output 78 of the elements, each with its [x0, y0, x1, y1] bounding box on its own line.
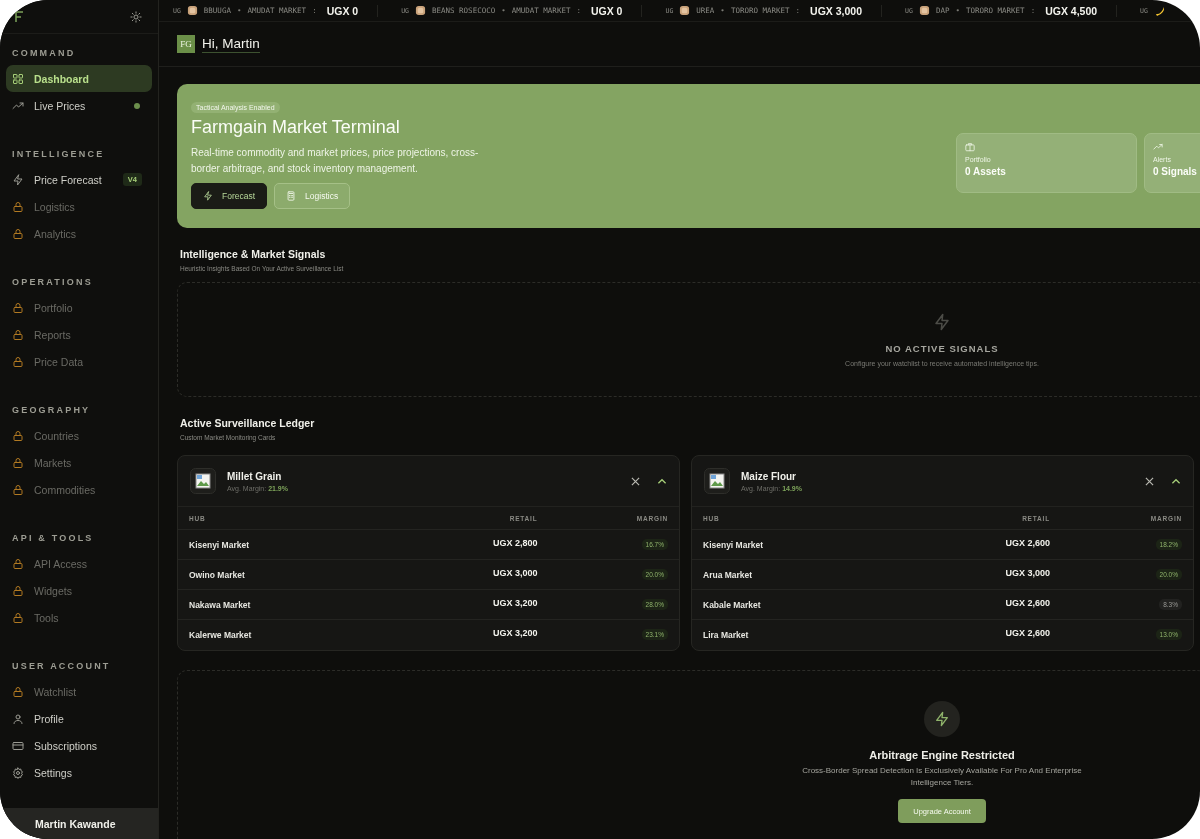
lightning-icon: [12, 173, 24, 186]
image-icon: [190, 468, 216, 494]
lock-icon: [12, 456, 24, 469]
ticker-price: UGX 4,500: [1045, 4, 1098, 17]
retail-cell: UGX 3,000: [895, 559, 1061, 590]
lock-icon: [12, 227, 24, 240]
hub-cell: Owino Market: [178, 559, 386, 590]
retail-cell: UGX 3,200: [385, 619, 549, 650]
hub-cell: Arua Market: [692, 559, 896, 590]
retail-cell: UGX 2,600: [895, 589, 1061, 620]
retail-cell: UGX 2,800: [385, 529, 549, 560]
hero-title: Farmgain Market Terminal: [191, 117, 401, 138]
commodity-name: Millet Grain: [227, 470, 283, 482]
forecast-button[interactable]: Forecast: [191, 183, 268, 209]
sidebar-item[interactable]: Profile: [6, 705, 152, 732]
retail-cell: UGX 3,000: [385, 559, 549, 590]
hub-cell: Kisenyi Market: [178, 529, 386, 560]
chevron-up-icon[interactable]: [1171, 476, 1181, 486]
ticker-price: UGX 0: [326, 4, 359, 17]
lock-icon: [12, 429, 24, 442]
section-heading: INTELLIGENCE: [11, 148, 106, 161]
image-icon: [704, 468, 730, 494]
hub-cell: Lira Market: [692, 619, 896, 650]
lightning-icon: [203, 191, 213, 201]
lock-icon: [12, 483, 24, 496]
person-icon: [12, 712, 24, 725]
lock-icon: [12, 584, 24, 597]
section-title: Intelligence & Market Signals: [180, 248, 327, 260]
section-heading: GEOGRAPHY: [11, 404, 92, 417]
lock-icon: [12, 557, 24, 570]
stat-value: 0 Signals: [1153, 166, 1198, 177]
sidebar-item[interactable]: Live Prices: [6, 92, 152, 119]
empty-title: NO ACTIVE SIGNALS: [885, 342, 999, 354]
avatar: FG: [177, 35, 195, 53]
retail-cell: UGX 3,200: [385, 589, 549, 620]
section-heading: COMMAND: [11, 47, 77, 60]
close-icon[interactable]: [1145, 476, 1154, 486]
lock-icon: [12, 611, 24, 624]
section-title: Active Surveillance Ledger: [180, 417, 316, 429]
logistics-button[interactable]: Logistics: [274, 183, 351, 209]
ticker-price: UGX 0: [590, 4, 623, 17]
lock-icon: [12, 685, 24, 698]
retail-cell: UGX 2,600: [895, 529, 1061, 560]
restricted-title: Arbitrage Engine Restricted: [869, 748, 1015, 761]
hub-cell: Kabale Market: [692, 589, 896, 620]
stat-value: 0 Assets: [965, 166, 1007, 177]
sidebar-item[interactable]: Settings: [6, 759, 152, 786]
hero-description: Real-time commodity and market prices, price projections, cross-border arbitrage, and stock inventory management.: [191, 146, 480, 176]
greeting: Hi, Martin: [202, 35, 260, 53]
sidebar-item[interactable]: Dashboard: [6, 65, 152, 92]
lightning-icon: [933, 312, 951, 331]
close-icon[interactable]: [631, 476, 640, 486]
sidebar-item[interactable]: Subscriptions: [6, 732, 152, 759]
restricted-text: Cross-Border Spread Detection Is Exclusively Available For Pro And Enterprise Intelligence Tiers.: [802, 764, 1082, 790]
lock-icon: [12, 355, 24, 368]
lock-icon: [12, 301, 24, 314]
lightning-icon: [934, 710, 950, 727]
trend-icon: [1153, 142, 1163, 152]
hub-cell: Kalerwe Market: [178, 619, 386, 650]
retail-cell: UGX 2,600: [895, 619, 1061, 650]
chevron-up-icon[interactable]: [657, 476, 667, 486]
ticker-price: UGX 3,000: [810, 4, 863, 17]
section-heading: USER ACCOUNT: [11, 660, 112, 673]
logo-icon: [14, 10, 24, 23]
card-icon: [12, 739, 24, 752]
commodity-name: Maize Flour: [741, 470, 797, 482]
trend-icon: [12, 99, 24, 112]
settings-icon: [12, 766, 24, 779]
briefcase-icon: [965, 142, 975, 152]
section-heading: API & TOOLS: [11, 532, 95, 545]
hub-cell: Kisenyi Market: [692, 529, 896, 560]
hub-cell: Nakawa Market: [178, 589, 386, 620]
section-heading: OPERATIONS: [11, 276, 94, 289]
lock-icon: [12, 328, 24, 341]
sun-icon[interactable]: [130, 10, 142, 23]
calculator-icon: [286, 191, 297, 201]
grid-icon: [12, 72, 24, 85]
lock-icon: [12, 200, 24, 213]
